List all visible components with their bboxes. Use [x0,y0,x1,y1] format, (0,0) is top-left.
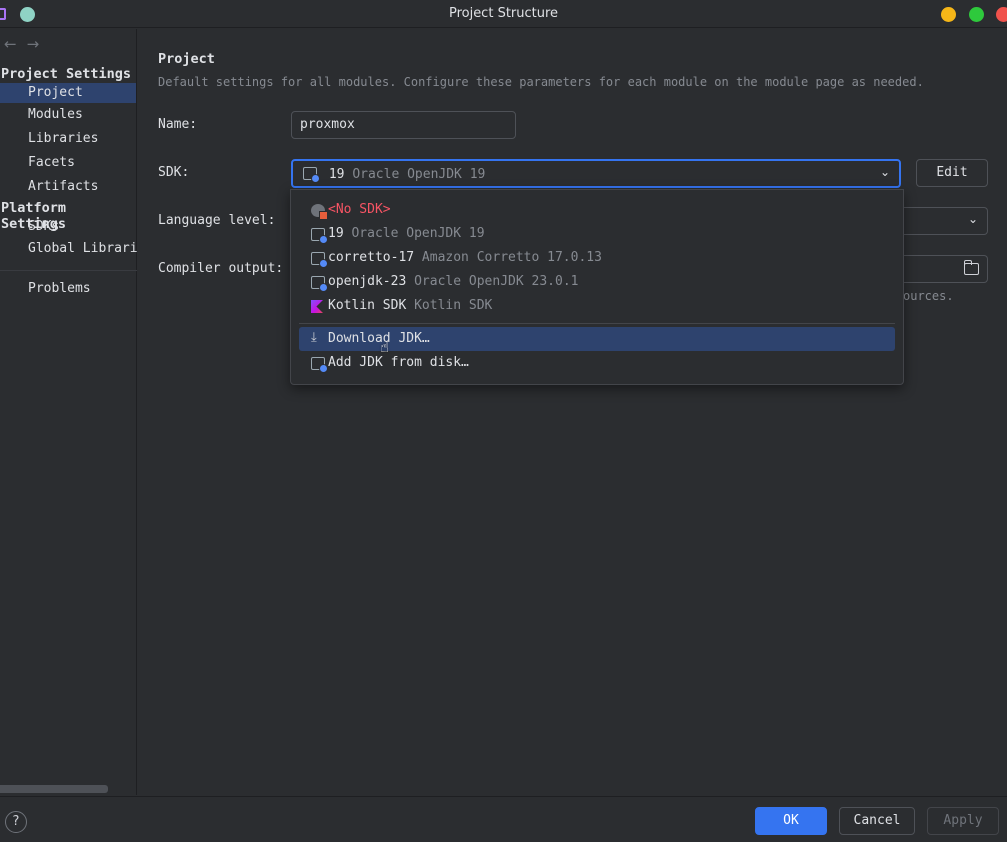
sdk-option-detail: Oracle OpenJDK 19 [351,226,485,241]
compiler-output-field[interactable] [903,255,988,283]
sdk-option-name: 19 [328,226,344,241]
jdk-icon [311,276,328,292]
sdk-option-openjdk-23[interactable]: openjdk-23 Oracle OpenJDK 23.0.1 [328,271,578,293]
platform-settings-header: Platform Settings [1,200,67,232]
edit-sdk-button[interactable]: Edit [916,159,988,187]
close-button[interactable] [996,7,1007,22]
download-jdk-action[interactable]: Download JDK… [328,328,430,350]
sdk-option-name: Kotlin SDK [328,298,407,313]
sidebar-item-modules[interactable]: Modules [28,105,83,125]
page-description: Default settings for all modules. Config… [158,75,924,89]
sidebar-item-sdks[interactable]: SDKs [28,217,59,237]
language-level-combobox[interactable]: ⌄ [903,207,988,235]
sdk-dropdown-popup: <No SDK> 19 Oracle OpenJDK 19 corretto-1… [290,189,904,385]
nav-arrows: ← → [4,35,49,53]
jdk-icon [311,357,328,373]
jdk-icon [311,228,328,244]
sdk-option-detail: Amazon Corretto 17.0.13 [421,250,602,265]
back-arrow-icon[interactable]: ← [4,35,17,53]
add-jdk-from-disk-action[interactable]: Add JDK from disk… [328,352,469,374]
sidebar-divider [0,270,137,271]
help-button[interactable]: ? [5,811,27,833]
sidebar-item-global-libraries[interactable]: Global Librari [28,239,138,259]
jdk-icon [303,167,320,183]
cancel-button[interactable]: Cancel [839,807,915,835]
sdk-combobox[interactable]: 19 Oracle OpenJDK 19 ⌄ [291,159,901,188]
sdk-option-detail: Kotlin SDK [414,298,493,313]
sdk-selected-name: 19 [328,167,345,182]
window-title: Project Structure [448,6,559,21]
main-content: Project Default settings for all modules… [138,29,1007,795]
sdk-option-no-sdk[interactable]: <No SDK> [328,199,391,221]
kotlin-icon [311,300,323,313]
dropdown-separator [299,323,895,324]
project-settings-header: Project Settings [1,66,132,82]
project-name-field[interactable]: proxmox [291,111,516,139]
sdk-option-name: <No SDK> [328,202,391,217]
maximize-button[interactable] [969,7,984,22]
sdk-option-kotlin[interactable]: Kotlin SDK Kotlin SDK [328,295,492,317]
ok-button[interactable]: OK [755,807,827,835]
sdk-option-19[interactable]: 19 Oracle OpenJDK 19 [328,223,485,245]
minimize-button[interactable] [941,7,956,22]
chevron-down-icon: ⌄ [967,212,978,226]
sidebar-item-problems[interactable]: Problems [28,279,91,299]
jdk-icon [311,252,328,268]
sdk-label: SDK: [158,165,190,180]
sidebar-item-project[interactable]: Project [0,83,136,103]
chevron-down-icon: ⌄ [879,165,890,179]
sidebar-scrollbar[interactable] [0,785,108,793]
folder-icon[interactable] [963,260,979,275]
sdk-option-corretto-17[interactable]: corretto-17 Amazon Corretto 17.0.13 [328,247,602,269]
name-label: Name: [158,117,198,132]
compiler-output-label: Compiler output: [158,261,284,276]
sdk-option-detail: Oracle OpenJDK 23.0.1 [414,274,579,289]
sidebar-item-facets[interactable]: Facets [28,153,75,173]
forward-arrow-icon[interactable]: → [27,35,40,53]
apply-button[interactable]: Apply [927,807,999,835]
hand-cursor-icon: ☝ [380,338,390,356]
page-title: Project [158,51,215,67]
sidebar-item-libraries[interactable]: Libraries [28,129,98,149]
sdk-selected-detail: Oracle OpenJDK 19 [352,167,486,182]
download-icon: ⤓ [311,330,317,345]
dialog-footer: ? OK Cancel Apply [0,796,1007,842]
compiler-output-hint: ources. [903,289,954,303]
sidebar-item-artifacts[interactable]: Artifacts [28,177,98,197]
sdk-option-name: openjdk-23 [328,274,407,289]
language-level-label: Language level: [158,213,276,228]
sidebar: ← → Project Settings Project Modules Libr… [0,29,138,795]
sdk-option-name: corretto-17 [328,250,415,265]
no-sdk-icon [311,204,328,220]
title-bar: Project Structure [0,0,1007,28]
